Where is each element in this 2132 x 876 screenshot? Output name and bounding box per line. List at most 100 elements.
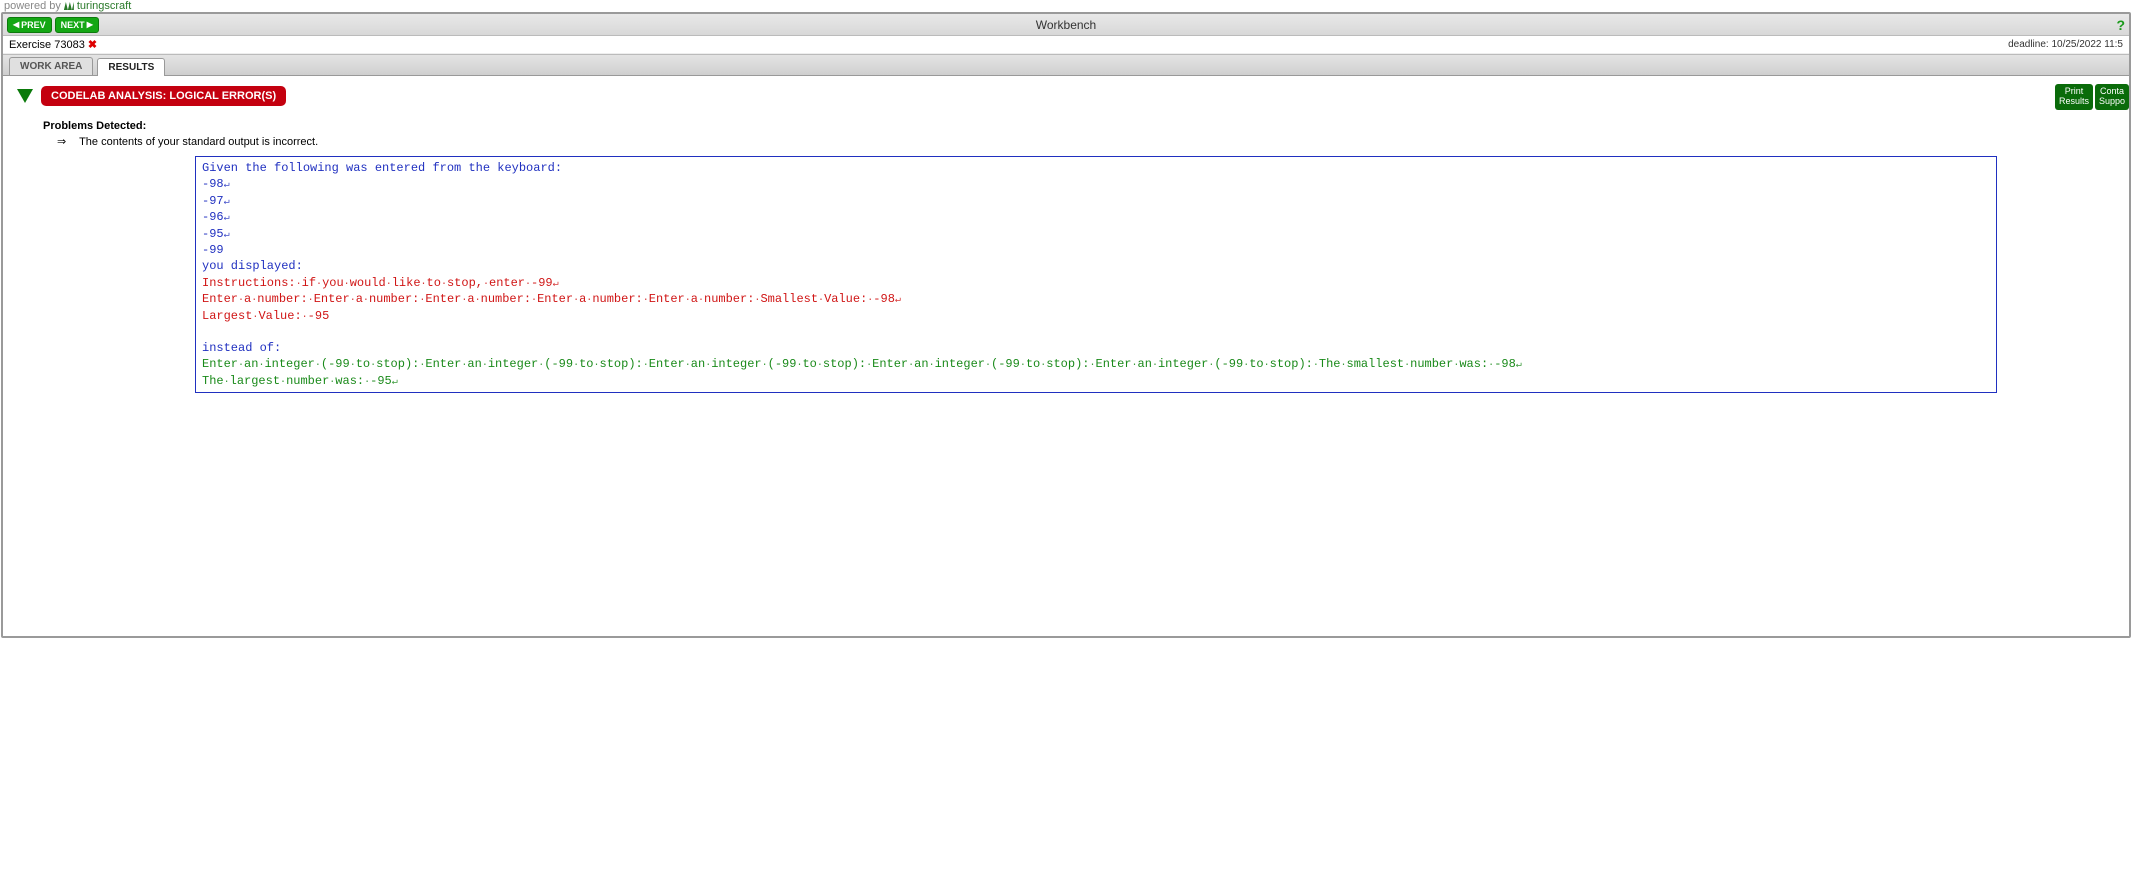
contact-support-button[interactable]: Conta Suppo (2095, 84, 2129, 110)
space-icon: · (698, 295, 704, 306)
space-icon: · (461, 360, 467, 371)
tabbar: WORK AREA RESULTS (3, 54, 2129, 76)
expected-text: to (802, 357, 816, 371)
expected-text: an (467, 357, 481, 371)
space-icon: · (929, 360, 935, 371)
space-icon: · (441, 279, 447, 290)
expected-text: (-99 (768, 357, 797, 371)
expected-text: integer (488, 357, 538, 371)
expected-text: Enter (1096, 357, 1132, 371)
input-value: -95 (202, 227, 224, 241)
expected-text: Enter (202, 357, 238, 371)
print-results-button[interactable]: Print Results (2055, 84, 2093, 110)
space-icon: · (1152, 360, 1158, 371)
results-content: Print Results Conta Suppo CODELAB ANALYS… (3, 76, 2129, 636)
space-icon: · (985, 360, 991, 371)
actual-text: a (467, 292, 474, 306)
expected-text: was: (335, 374, 364, 388)
space-icon: · (251, 295, 257, 306)
newline-icon: ↵ (224, 213, 230, 224)
actual-text: would (350, 276, 386, 290)
main-frame: ◀ PREV NEXT ▶ Workbench ? Exercise 73083… (1, 12, 2131, 638)
space-icon: · (1089, 360, 1095, 371)
analysis-row: CODELAB ANALYSIS: LOGICAL ERROR(S) (15, 86, 2117, 106)
help-icon[interactable]: ? (2116, 17, 2125, 33)
space-icon: · (419, 360, 425, 371)
actual-text: a (691, 292, 698, 306)
expected-text: Enter (872, 357, 908, 371)
space-icon: · (316, 279, 322, 290)
actual-text: Enter (537, 292, 573, 306)
expected-text: Enter (425, 357, 461, 371)
actual-text: Enter (425, 292, 461, 306)
analysis-badge: CODELAB ANALYSIS: LOGICAL ERROR(S) (41, 86, 286, 106)
expected-text: (-99 (544, 357, 573, 371)
brand-name: turingscraft (77, 0, 131, 12)
space-icon: · (525, 279, 531, 290)
expected-text: an (914, 357, 928, 371)
space-icon: · (866, 360, 872, 371)
expected-text: The (202, 374, 224, 388)
space-icon: · (594, 360, 600, 371)
space-icon: · (419, 295, 425, 306)
space-icon: · (754, 295, 760, 306)
powered-by-bar: powered by turingscraft (0, 0, 2132, 12)
actual-text: stop, (447, 276, 483, 290)
newline-icon: ↵ (392, 377, 398, 388)
actual-text: to (427, 276, 441, 290)
page-title: Workbench (1036, 18, 1096, 32)
next-button[interactable]: NEXT ▶ (55, 17, 99, 33)
input-value: -99 (202, 243, 224, 257)
space-icon: · (1243, 360, 1249, 371)
space-icon: · (643, 360, 649, 371)
expected-text: integer (264, 357, 314, 371)
tab-work-area[interactable]: WORK AREA (9, 57, 93, 75)
bullet-arrow-icon: ⇒ (57, 136, 66, 148)
close-icon[interactable]: ✖ (88, 38, 97, 51)
triangle-down-icon[interactable] (17, 89, 33, 103)
expected-text: to (579, 357, 593, 371)
actual-text: Value: (824, 292, 867, 306)
problems-block: Problems Detected: ⇒ The contents of you… (43, 120, 2117, 148)
actual-text: Enter (314, 292, 350, 306)
actual-text: Smallest (760, 292, 818, 306)
actual-text: like (392, 276, 421, 290)
actual-text: number: (257, 292, 307, 306)
topbar: ◀ PREV NEXT ▶ Workbench ? (3, 14, 2129, 36)
expected-text: integer (711, 357, 761, 371)
space-icon: · (531, 295, 537, 306)
actual-text: Instructions: (202, 276, 296, 290)
space-icon: · (258, 360, 264, 371)
actual-text: you (322, 276, 344, 290)
space-icon: · (475, 295, 481, 306)
expected-text: an (691, 357, 705, 371)
input-value: -96 (202, 210, 224, 224)
next-label: NEXT (61, 20, 85, 30)
space-icon: · (1208, 360, 1214, 371)
space-icon: · (238, 360, 244, 371)
space-icon: · (350, 295, 356, 306)
exercise-row: Exercise 73083 ✖ deadline: 10/25/2022 11… (3, 36, 2129, 54)
expected-text: stop): (376, 357, 419, 371)
actual-text: Enter (649, 292, 685, 306)
tab-results[interactable]: RESULTS (97, 58, 165, 76)
space-icon: · (238, 295, 244, 306)
print-line2: Results (2059, 97, 2089, 107)
space-icon: · (573, 295, 579, 306)
actual-text: enter (489, 276, 525, 290)
space-icon: · (329, 377, 335, 388)
space-icon: · (1488, 360, 1494, 371)
problem-item: The contents of your standard output is … (79, 136, 318, 148)
expected-text: smallest (1347, 357, 1405, 371)
newline-icon: ↵ (224, 180, 230, 191)
prev-button[interactable]: ◀ PREV (7, 17, 52, 33)
expected-text: (-99 (991, 357, 1020, 371)
space-icon: · (1132, 360, 1138, 371)
space-icon: · (908, 360, 914, 371)
space-icon: · (817, 360, 823, 371)
space-icon: · (1020, 360, 1026, 371)
newline-icon: ↵ (895, 295, 901, 306)
exercise-label: Exercise 73083 (9, 39, 85, 51)
space-icon: · (867, 295, 873, 306)
expected-text: was: (1459, 357, 1488, 371)
